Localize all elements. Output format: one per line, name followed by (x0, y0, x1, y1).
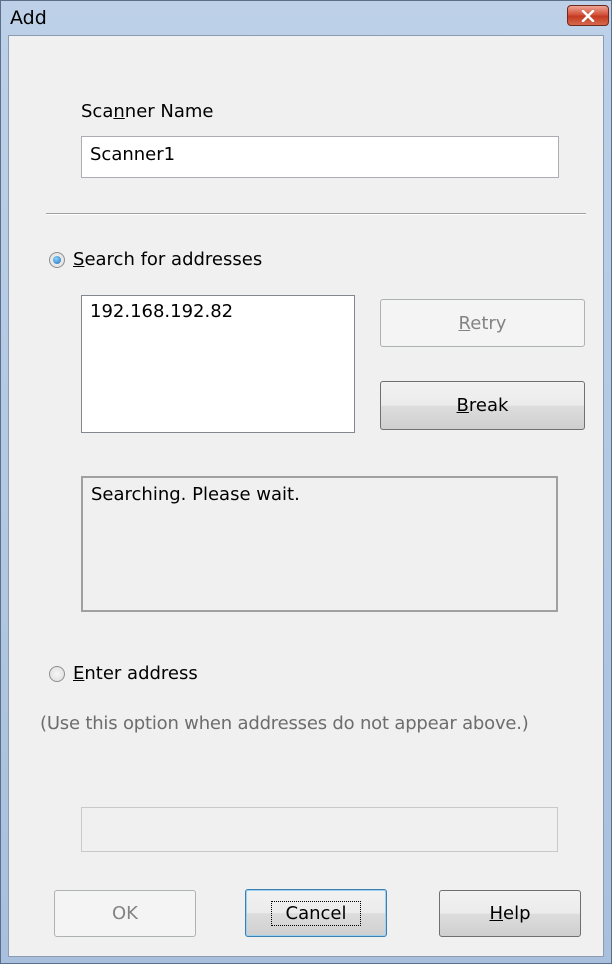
search-status-text: Searching. Please wait. (91, 484, 300, 505)
ok-button[interactable]: OK (54, 890, 196, 937)
search-status-box: Searching. Please wait. (81, 476, 558, 612)
title-bar[interactable]: Add (1, 1, 611, 35)
found-addresses-list[interactable]: 192.168.192.82 (81, 295, 355, 433)
enter-address-option[interactable]: Enter address (49, 663, 198, 684)
dialog-body: Scanner Name Scanner1 Search for address… (8, 35, 604, 957)
scanner-name-value: Scanner1 (90, 144, 176, 165)
help-button[interactable]: Help (439, 890, 581, 937)
break-button[interactable]: Break (380, 381, 585, 430)
scanner-name-label: Scanner Name (81, 101, 214, 122)
add-dialog: Add Scanner Name Scanner1 Search for add… (0, 0, 612, 964)
retry-button[interactable]: Retry (380, 299, 585, 347)
window-title: Add (10, 7, 47, 29)
separator (46, 213, 586, 215)
cancel-button[interactable]: Cancel (245, 889, 387, 937)
close-button[interactable] (567, 5, 609, 26)
scanner-name-input[interactable]: Scanner1 (81, 136, 559, 178)
close-icon (581, 9, 595, 22)
search-addresses-radio[interactable] (49, 251, 65, 268)
search-addresses-option[interactable]: Search for addresses (49, 249, 262, 270)
enter-address-radio[interactable] (49, 665, 65, 682)
address-list-item[interactable]: 192.168.192.82 (90, 301, 346, 322)
search-addresses-label: Search for addresses (73, 249, 263, 270)
address-input[interactable] (81, 807, 558, 852)
enter-address-hint: (Use this option when addresses do not a… (40, 713, 529, 734)
enter-address-label: Enter address (73, 663, 198, 684)
